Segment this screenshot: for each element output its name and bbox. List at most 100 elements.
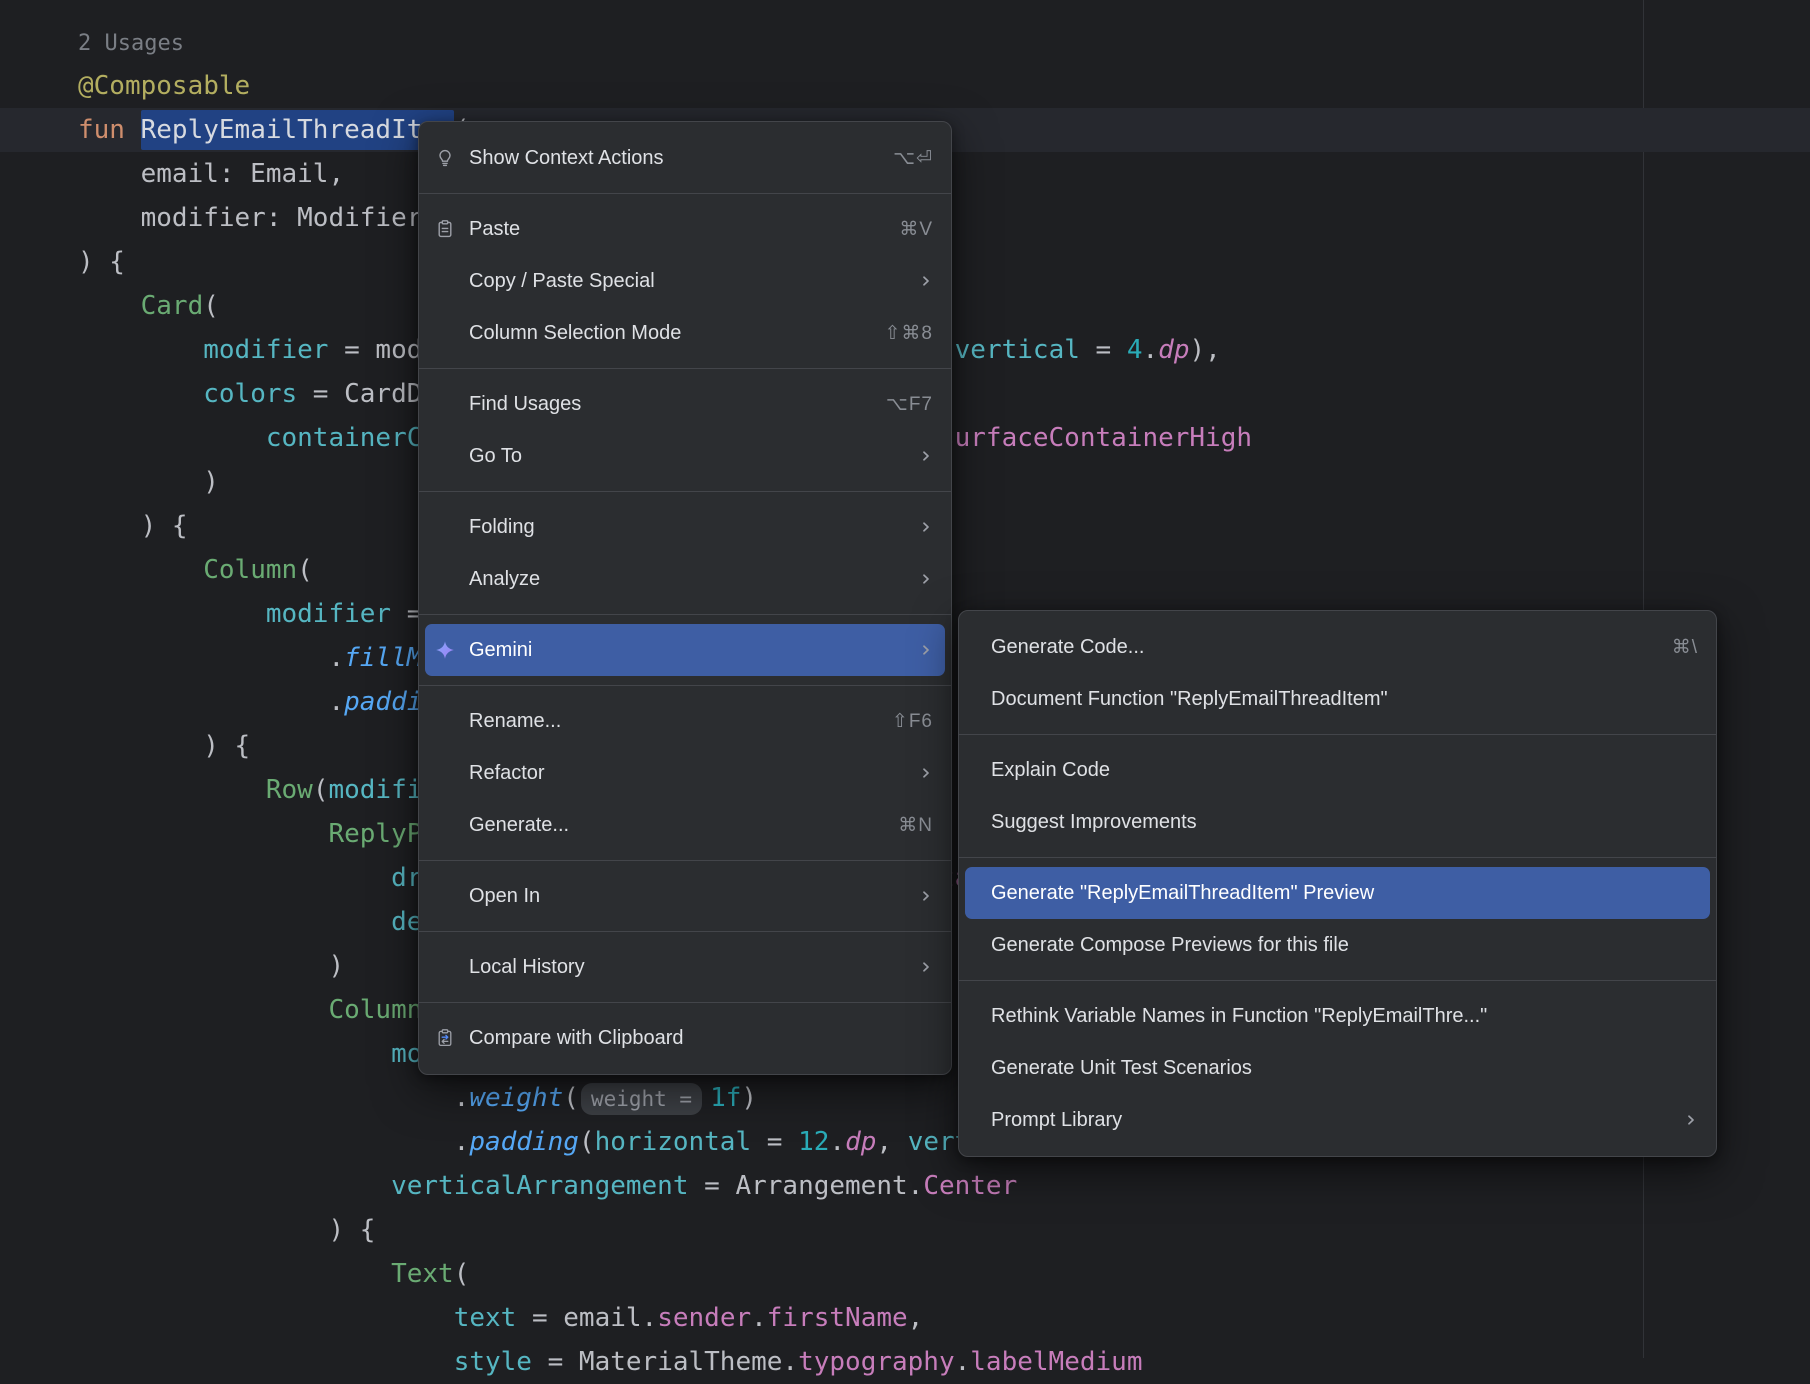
menu-item-paste[interactable]: Paste⌘V [425,203,945,255]
code-token: firstName [767,1303,908,1333]
code-token [78,1303,454,1333]
menu-item-analyze[interactable]: Analyze [425,553,945,605]
chevron-right-icon [919,643,933,657]
menu-item-generate-compose-previews[interactable]: Generate Compose Previews for this file [965,919,1710,971]
code-token: text [454,1303,517,1333]
chevron-right-icon [919,449,933,463]
menu-item-rename[interactable]: Rename...⇧F6 [425,695,945,747]
chevron-right-icon [919,572,933,586]
menu-item-generate-unit-test-scenarios[interactable]: Generate Unit Test Scenarios [965,1042,1710,1094]
code-token: . [78,1083,469,1113]
menu-item-label: Paste [469,218,869,241]
menu-item-label: Go To [469,445,889,468]
menu-item-column-selection-mode[interactable]: Column Selection Mode⇧⌘8 [425,307,945,359]
menu-item-refactor[interactable]: Refactor [425,747,945,799]
code-line: Text( [78,1252,469,1296]
chevron-right-icon [919,889,933,903]
code-token [78,335,203,365]
code-line: ) [78,460,219,504]
menu-item-label: Generate Compose Previews for this file [991,934,1698,957]
code-line: .weight(weight =1f) [78,1076,757,1120]
menu-separator [959,857,1716,858]
code-line: style = MaterialTheme.typography.labelMe… [78,1340,1142,1384]
code-token: . [829,1127,845,1157]
menu-item-document-function[interactable]: Document Function "ReplyEmailThreadItem" [965,673,1710,725]
code-token [78,599,266,629]
code-token: = [1080,335,1127,365]
code-token: 12 [798,1127,829,1157]
menu-separator [419,860,951,861]
menu-separator [959,734,1716,735]
menu-separator [419,1002,951,1003]
code-token: 2 Usages [78,31,184,56]
menu-item-generate-code[interactable]: Generate Code...⌘\ [965,621,1710,673]
menu-item-show-context-actions[interactable]: Show Context Actions⌥⏎ [425,132,945,184]
code-token: ( [579,1127,595,1157]
code-token: ) { [78,731,250,761]
menu-item-explain-code[interactable]: Explain Code [965,744,1710,796]
code-token: = Arrangement. [689,1171,924,1201]
menu-shortcut: ⌥⏎ [893,147,933,170]
code-token: @Composable [78,71,250,101]
editor-context-menu: Show Context Actions⌥⏎ Paste⌘VCopy / Past… [418,121,952,1075]
code-token: , [876,1127,907,1157]
menu-item-find-usages[interactable]: Find Usages⌥F7 [425,378,945,430]
menu-shortcut: ⌘\ [1672,636,1698,659]
code-token: colors [203,379,297,409]
code-line: ) { [78,240,125,284]
code-token [78,423,266,453]
code-token: weight [469,1083,563,1113]
inline-parameter-hint: weight = [581,1083,702,1115]
chevron-right-icon [919,520,933,534]
code-token: ( [313,775,329,805]
code-token: 4 [1127,335,1143,365]
chevron-right-icon [919,960,933,974]
menu-item-compare-with-clipboard[interactable]: Compare with Clipboard [425,1012,945,1064]
menu-item-go-to[interactable]: Go To [425,430,945,482]
menu-item-prompt-library[interactable]: Prompt Library [965,1094,1710,1146]
code-token: ) { [78,511,188,541]
menu-item-label: Generate Unit Test Scenarios [991,1057,1698,1080]
code-token: ), [1189,335,1220,365]
menu-item-generate[interactable]: Generate...⌘N [425,799,945,851]
menu-separator [959,980,1716,981]
menu-separator [419,368,951,369]
code-token: ) [78,951,344,981]
selected-identifier: ReplyEmailThreadItem [141,110,454,150]
menu-item-rethink-variable-names[interactable]: Rethink Variable Names in Function "Repl… [965,990,1710,1042]
menu-item-gemini[interactable]: Gemini [425,624,945,676]
code-token: ( [454,1259,470,1289]
code-token: vertical [955,335,1080,365]
code-token: email: Email, [78,159,344,189]
menu-item-label: Refactor [469,762,889,785]
menu-separator [419,193,951,194]
code-line: fun ReplyEmailThreadItem( [78,108,469,152]
code-token: . [955,1347,971,1377]
menu-item-suggest-improvements[interactable]: Suggest Improvements [965,796,1710,848]
menu-separator [419,614,951,615]
code-token: Center [923,1171,1017,1201]
menu-item-label: Find Usages [469,393,856,416]
menu-item-local-history[interactable]: Local History [425,941,945,993]
menu-item-generate-replyemailthreaditem-preview[interactable]: Generate "ReplyEmailThreadItem" Preview [965,867,1710,919]
code-token: . [78,643,344,673]
menu-item-label: Document Function "ReplyEmailThreadItem" [991,688,1698,711]
gemini-icon [435,640,469,660]
menu-separator [419,685,951,686]
code-token [78,907,391,937]
menu-shortcut: ⇧F6 [892,710,933,733]
menu-item-folding[interactable]: Folding [425,501,945,553]
code-token [78,379,203,409]
code-token: dp [1158,335,1189,365]
menu-item-copy-paste-special[interactable]: Copy / Paste Special [425,255,945,307]
menu-shortcut: ⇧⌘8 [885,322,934,345]
menu-item-open-in[interactable]: Open In [425,870,945,922]
code-line: email: Email, [78,152,344,196]
code-line: ) [78,944,344,988]
code-line: ) { [78,724,250,768]
menu-separator [419,931,951,932]
code-token [78,1347,454,1377]
code-line: @Composable [78,64,250,108]
code-token [78,291,141,321]
menu-item-label: Suggest Improvements [991,811,1698,834]
